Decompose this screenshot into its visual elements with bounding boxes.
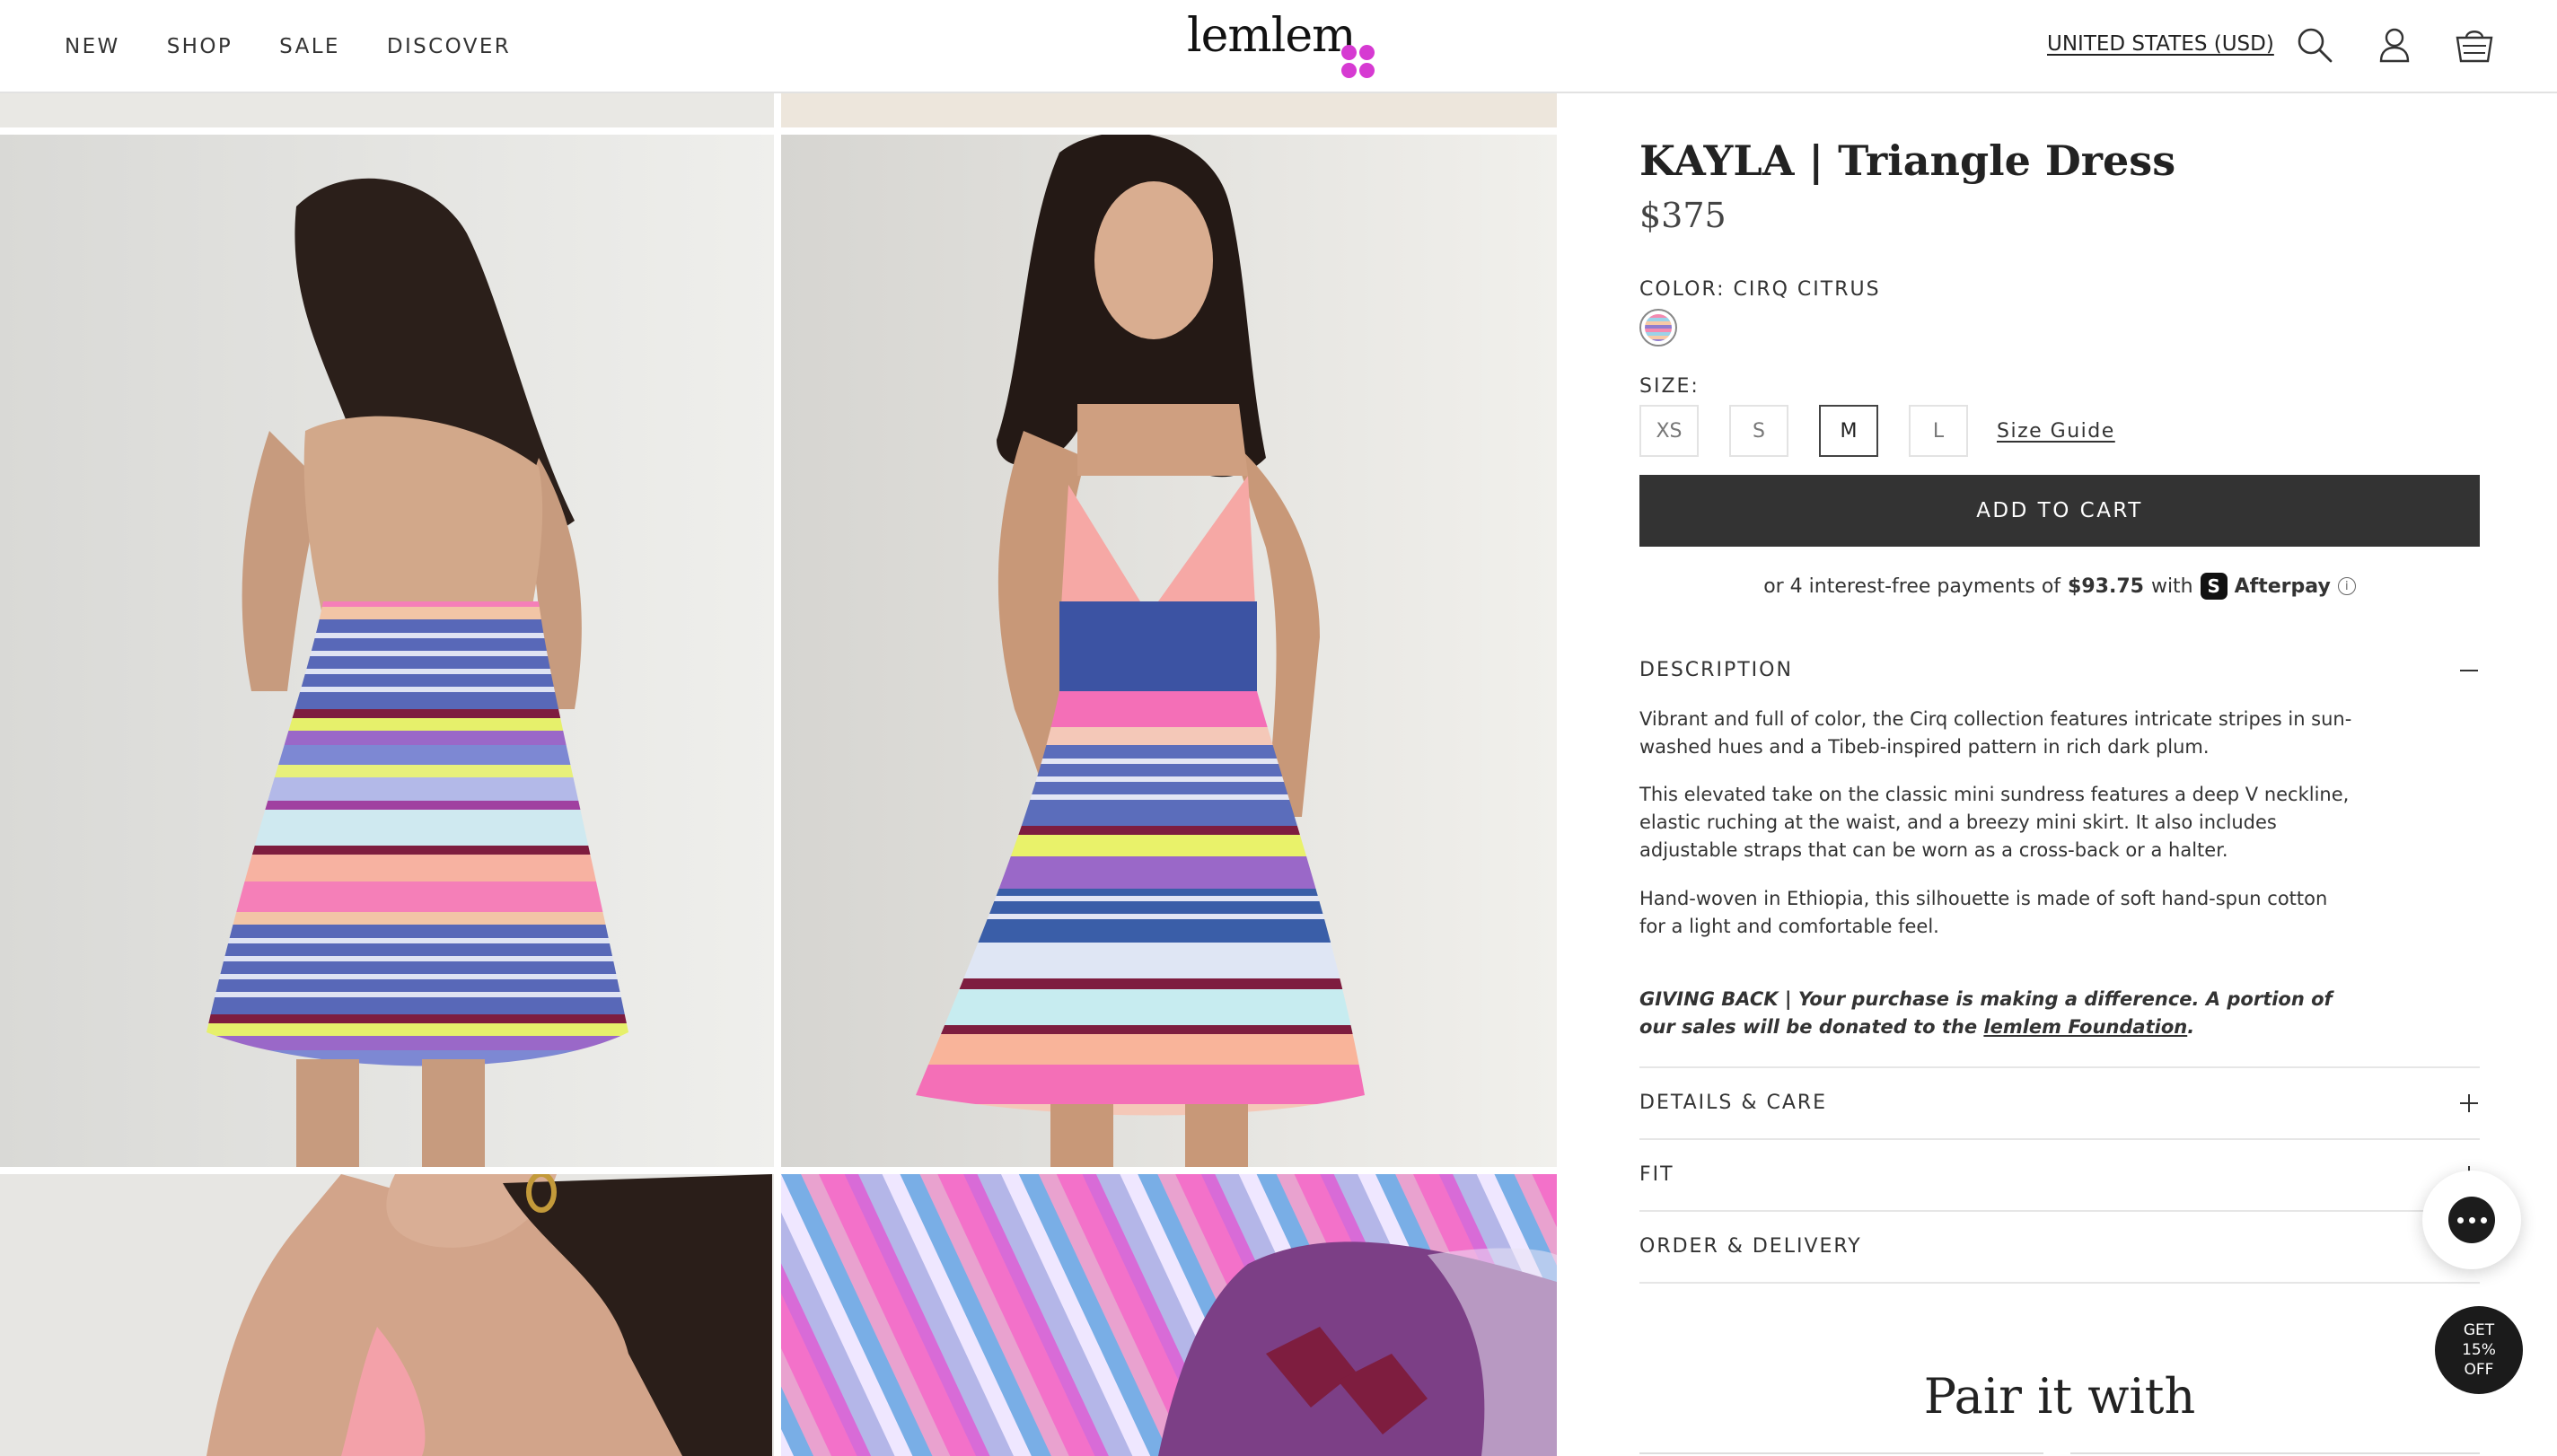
- afterpay-message: or 4 interest-free payments of $93.75 wi…: [1639, 573, 2480, 600]
- afterpay-logo-icon: S: [2200, 573, 2227, 600]
- size-option-l[interactable]: L: [1909, 405, 1968, 457]
- search-icon[interactable]: [2295, 25, 2334, 65]
- cart-icon[interactable]: [2455, 25, 2494, 65]
- discount-promo-badge[interactable]: GET 15% OFF: [2435, 1306, 2523, 1394]
- fit-accordion-header[interactable]: FIT: [1639, 1163, 2480, 1186]
- gallery-image-closeup[interactable]: [0, 1174, 774, 1456]
- product-price: $375: [1639, 196, 1727, 235]
- add-to-cart-button[interactable]: ADD TO CART: [1639, 475, 2480, 547]
- description-paragraph-2: This elevated take on the classic mini s…: [1639, 784, 2350, 861]
- account-icon[interactable]: [2375, 25, 2414, 65]
- details-care-accordion-header[interactable]: DETAILS & CARE: [1639, 1092, 2480, 1114]
- description-heading: DESCRIPTION: [1639, 659, 1793, 681]
- giving-back-suffix: .: [2187, 1016, 2195, 1038]
- size-options: XS S M L Size Guide: [1639, 405, 2115, 457]
- giving-back-text: GIVING BACK | Your purchase is making a …: [1639, 986, 2358, 1041]
- promo-line-1: GET: [2463, 1321, 2495, 1339]
- size-option-s[interactable]: S: [1729, 405, 1788, 457]
- nav-shop[interactable]: SHOP: [167, 35, 233, 58]
- minus-icon: [2458, 660, 2480, 681]
- brand-logo[interactable]: lemlem: [1187, 9, 1384, 81]
- product-gallery: [0, 93, 1557, 1456]
- divider: [1639, 1066, 2480, 1068]
- fit-heading: FIT: [1639, 1163, 1674, 1186]
- gallery-image-front-view[interactable]: [781, 135, 1557, 1167]
- gallery-image-back-view[interactable]: [0, 135, 774, 1167]
- nav-discover[interactable]: DISCOVER: [387, 35, 511, 58]
- description-paragraph-3: Hand-woven in Ethiopia, this silhouette …: [1639, 888, 2328, 937]
- chat-bubble-icon: [2448, 1197, 2495, 1243]
- afterpay-amount: $93.75: [2068, 575, 2144, 598]
- swatch-pattern: [1645, 314, 1672, 341]
- site-header: NEW SHOP SALE DISCOVER lemlem UNITED STA…: [0, 0, 2557, 93]
- afterpay-prefix: or 4 interest-free payments of: [1763, 575, 2061, 598]
- info-icon[interactable]: i: [2337, 577, 2356, 595]
- size-guide-link[interactable]: Size Guide: [1997, 420, 2115, 443]
- product-title: KAYLA | Triangle Dress: [1639, 136, 2176, 185]
- region-selector[interactable]: UNITED STATES (USD): [2047, 32, 2274, 56]
- description-accordion-header[interactable]: DESCRIPTION: [1639, 659, 2480, 681]
- logo-dots-icon: [1341, 45, 1377, 81]
- divider: [1639, 1210, 2480, 1212]
- details-care-heading: DETAILS & CARE: [1639, 1092, 1828, 1114]
- pair-section-rules: [1639, 1452, 2480, 1454]
- divider: [1639, 1282, 2480, 1284]
- chat-widget-button[interactable]: [2422, 1171, 2521, 1269]
- divider: [1639, 1138, 2480, 1140]
- pair-it-with-heading: Pair it with: [1923, 1368, 2196, 1425]
- gallery-image-partial-right[interactable]: [781, 93, 1557, 127]
- size-label: SIZE:: [1639, 375, 1700, 398]
- order-delivery-accordion-header[interactable]: ORDER & DELIVERY: [1639, 1235, 2480, 1258]
- size-option-xs[interactable]: XS: [1639, 405, 1699, 457]
- nav-sale[interactable]: SALE: [279, 35, 340, 58]
- gallery-image-fabric-detail[interactable]: [781, 1174, 1557, 1456]
- order-delivery-heading: ORDER & DELIVERY: [1639, 1235, 1862, 1258]
- logo-text: lemlem: [1187, 9, 1356, 63]
- description-paragraph-1: Vibrant and full of color, the Cirq coll…: [1639, 708, 2352, 758]
- color-swatch-cirq-citrus[interactable]: [1639, 309, 1677, 346]
- afterpay-with: with: [2150, 575, 2193, 598]
- nav-new[interactable]: NEW: [65, 35, 120, 58]
- promo-line-3: OFF: [2464, 1361, 2494, 1379]
- color-label: COLOR: CIRQ CITRUS: [1639, 278, 1881, 301]
- plus-icon: [2458, 1092, 2480, 1114]
- promo-line-2: 15%: [2462, 1341, 2496, 1359]
- afterpay-brand: Afterpay: [2234, 575, 2331, 598]
- gallery-image-partial-left[interactable]: [0, 93, 774, 127]
- main-nav: NEW SHOP SALE DISCOVER: [65, 0, 511, 93]
- size-option-m[interactable]: M: [1819, 405, 1878, 457]
- lemlem-foundation-link[interactable]: lemlem Foundation: [1983, 1016, 2187, 1038]
